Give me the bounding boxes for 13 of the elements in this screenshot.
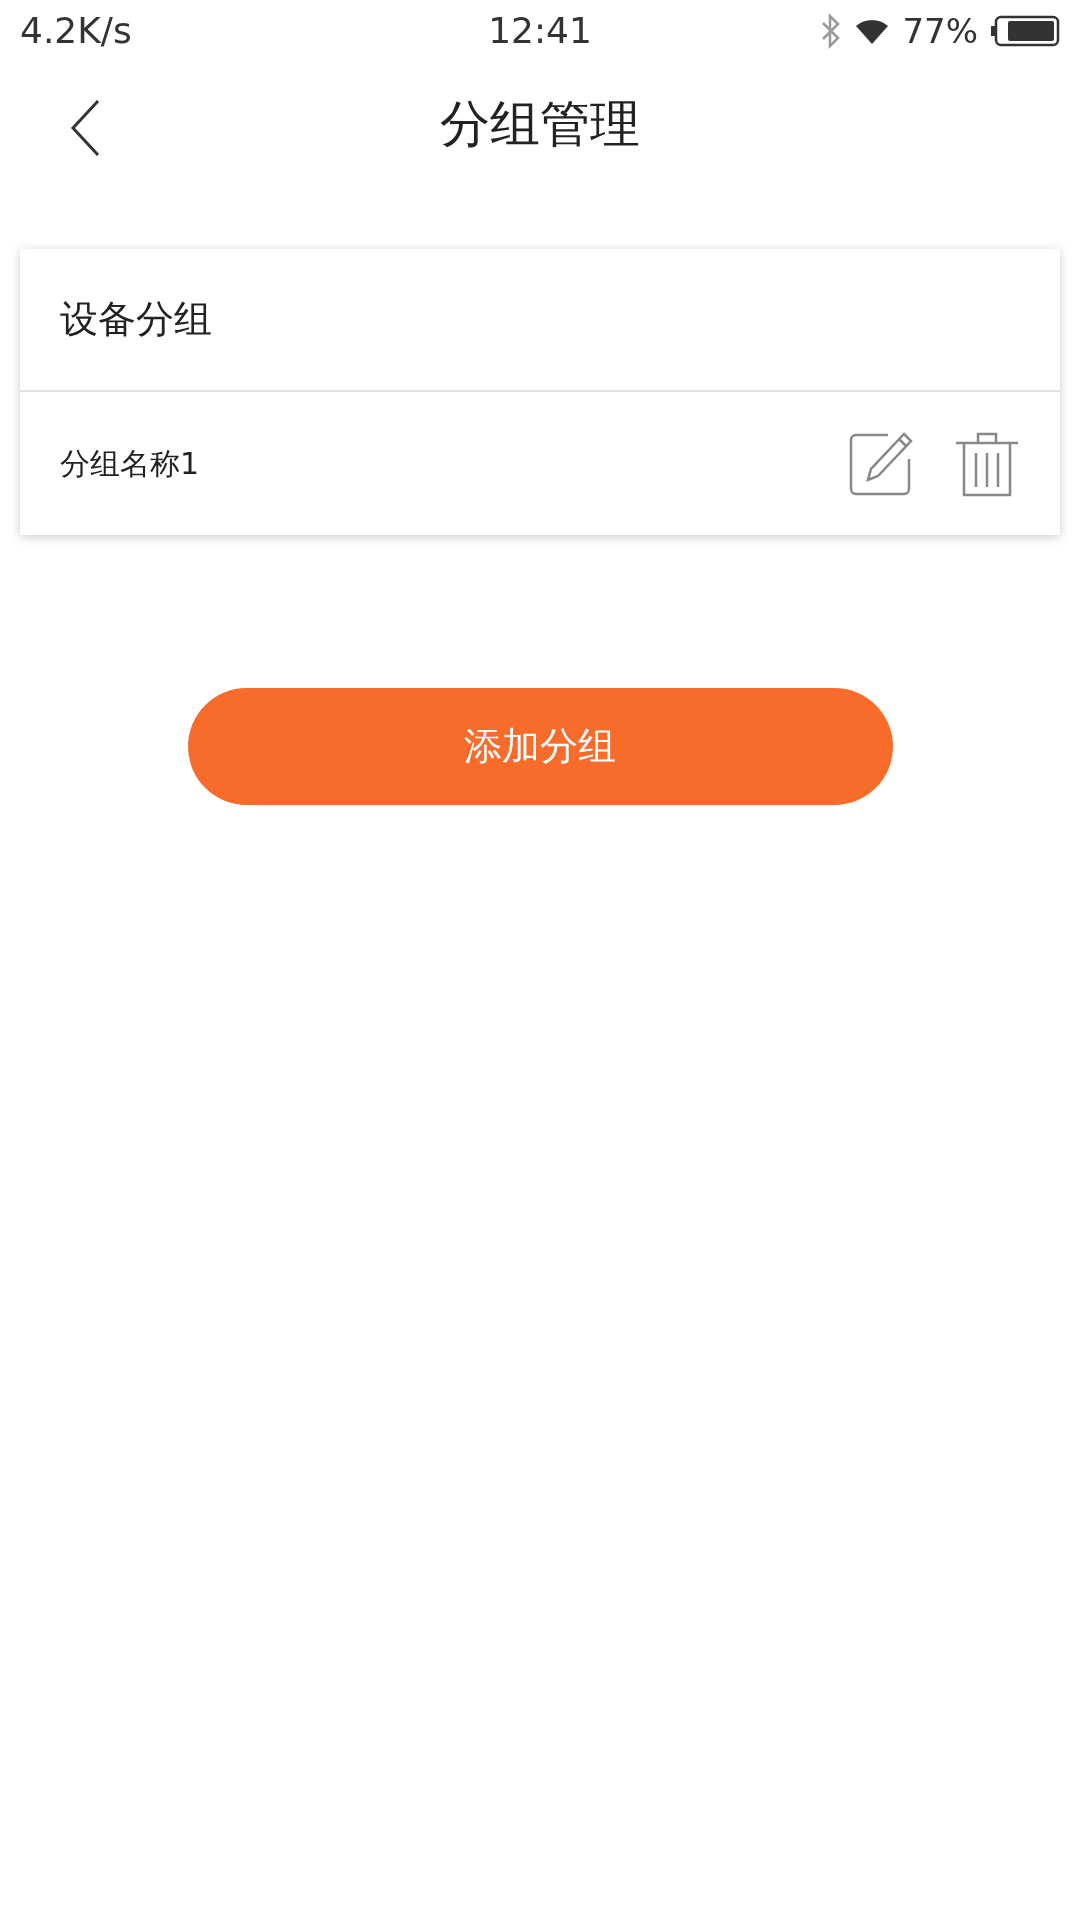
edit-button[interactable]: [848, 430, 914, 497]
battery-icon: [990, 15, 1060, 47]
group-name: 分组名称1: [60, 445, 201, 483]
edit-icon: [848, 430, 914, 497]
back-icon: [70, 99, 100, 157]
clock: 12:41: [488, 9, 592, 53]
network-speed: 4.2K/s: [20, 9, 133, 53]
section-title: 设备分组: [60, 296, 212, 343]
delete-button[interactable]: [954, 430, 1020, 497]
add-group-button[interactable]: 添加分组: [187, 688, 893, 805]
page-title: 分组管理: [440, 93, 640, 155]
trash-icon: [954, 430, 1020, 497]
battery-percentage: 77%: [902, 9, 978, 53]
